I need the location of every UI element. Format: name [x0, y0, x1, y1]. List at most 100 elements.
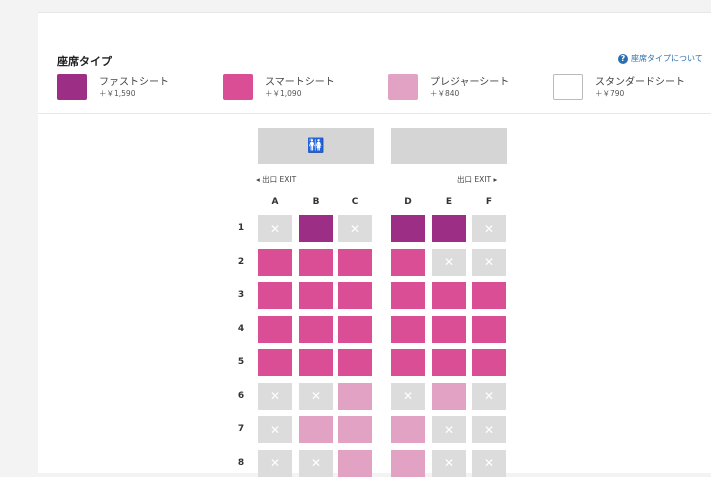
seat-6f: ✕: [472, 382, 506, 410]
unavailable-x-icon: ✕: [483, 389, 495, 403]
seat-4e[interactable]: [432, 315, 466, 343]
seat-3b[interactable]: [299, 282, 333, 309]
unavailable-x-icon: ✕: [269, 422, 281, 437]
column-header-f: F: [485, 197, 493, 207]
seat-6e[interactable]: [432, 382, 466, 410]
legend-title: 座席タイプ: [57, 55, 112, 68]
seat-1c: ✕: [338, 215, 372, 242]
seat-1f: ✕: [472, 215, 506, 242]
seat-1b[interactable]: [299, 215, 333, 242]
seat-2c[interactable]: [338, 248, 372, 276]
unavailable-x-icon: ✕: [443, 255, 455, 269]
legend-swatch-pleasure: [388, 74, 418, 100]
unavailable-x-icon: ✕: [402, 389, 414, 403]
row-number: 4: [237, 323, 245, 334]
lavatory-icon: 🚻: [307, 138, 325, 154]
seat-5c[interactable]: [338, 349, 372, 376]
seat-5d[interactable]: [391, 349, 425, 376]
seat-7c[interactable]: [338, 416, 372, 443]
seat-6a: ✕: [258, 382, 292, 410]
legend-name-pleasure: プレジャーシート: [430, 77, 510, 88]
seat-4b[interactable]: [299, 315, 333, 343]
seat-2a[interactable]: [258, 248, 292, 276]
unavailable-x-icon: ✕: [443, 422, 455, 437]
unavailable-x-icon: ✕: [310, 389, 322, 403]
seat-3d[interactable]: [391, 282, 425, 309]
seat-1e[interactable]: [432, 215, 466, 242]
unavailable-x-icon: ✕: [483, 422, 495, 437]
seat-5a[interactable]: [258, 349, 292, 376]
exit-right-label: 出口 EXIT ▸: [457, 175, 498, 184]
legend-swatch-smart: [223, 74, 253, 100]
row-number: 8: [237, 457, 245, 468]
seat-8c[interactable]: [338, 449, 372, 477]
seat-5b[interactable]: [299, 349, 333, 376]
unavailable-x-icon: ✕: [310, 456, 322, 470]
seat-3c[interactable]: [338, 282, 372, 309]
unavailable-x-icon: ✕: [349, 221, 361, 236]
seat-4d[interactable]: [391, 315, 425, 343]
unavailable-x-icon: ✕: [269, 221, 281, 236]
row-number: 2: [237, 256, 245, 267]
seat-3a[interactable]: [258, 282, 292, 309]
column-header-d: D: [404, 197, 412, 207]
seat-2f: ✕: [472, 248, 506, 276]
seat-3e[interactable]: [432, 282, 466, 309]
help-link-text: 座席タイプについて: [631, 54, 703, 63]
question-icon: ?: [618, 53, 628, 64]
galley-block: [391, 128, 507, 164]
seat-type-legend: 座席タイプ ? 座席タイプについて ファストシート ＋￥1,590 スマートシート＋…: [38, 13, 711, 114]
seat-6c[interactable]: [338, 382, 372, 410]
legend-price-standard: ＋￥790: [595, 89, 625, 98]
row-number: 3: [237, 290, 245, 300]
seat-2b[interactable]: [299, 248, 333, 276]
seat-7f: ✕: [472, 416, 506, 443]
seat-map: 🚻 ◂ 出口 EXIT 出口 EXIT ▸ A B C D E F 1 ✕ ✕ ✕ 2 ✕ ✕ 3 4 5 6 ✕…: [38, 113, 711, 477]
seat-8b: ✕: [299, 449, 333, 477]
seat-1d[interactable]: [391, 215, 425, 242]
seat-2e: ✕: [432, 248, 466, 276]
unavailable-x-icon: ✕: [483, 221, 495, 236]
legend-name-standard: スタンダードシート: [595, 77, 685, 88]
unavailable-x-icon: ✕: [483, 456, 495, 470]
seat-4c[interactable]: [338, 315, 372, 343]
seat-5f[interactable]: [472, 349, 506, 376]
unavailable-x-icon: ✕: [483, 255, 495, 269]
seat-4a[interactable]: [258, 315, 292, 343]
exit-left-label: ◂ 出口 EXIT: [256, 175, 297, 184]
seat-7a: ✕: [258, 416, 292, 443]
legend-name-first: ファストシート: [99, 77, 169, 88]
seat-8f: ✕: [472, 449, 506, 477]
legend-price-smart: ＋￥1,090: [265, 89, 302, 98]
seat-4f[interactable]: [472, 315, 506, 343]
seat-type-help-link[interactable]: ? 座席タイプについて: [618, 53, 703, 64]
row-number: 1: [237, 223, 245, 233]
unavailable-x-icon: ✕: [269, 456, 281, 470]
seat-7b[interactable]: [299, 416, 333, 443]
row-number: 5: [237, 357, 245, 367]
seat-1a: ✕: [258, 215, 292, 242]
legend-swatch-first: [57, 74, 87, 100]
legend-name-smart: スマートシート: [265, 77, 335, 88]
lavatory-block: 🚻: [258, 128, 374, 164]
unavailable-x-icon: ✕: [269, 389, 281, 403]
seat-5e[interactable]: [432, 349, 466, 376]
column-header-b: B: [312, 197, 320, 207]
seat-6b: ✕: [299, 382, 333, 410]
column-header-c: C: [351, 197, 359, 207]
seat-6d: ✕: [391, 382, 425, 410]
row-number: 7: [237, 424, 245, 434]
legend-swatch-standard: [553, 74, 583, 100]
seat-7d[interactable]: [391, 416, 425, 443]
seat-8e: ✕: [432, 449, 466, 477]
seat-8a: ✕: [258, 449, 292, 477]
unavailable-x-icon: ✕: [443, 456, 455, 470]
column-header-e: E: [445, 197, 453, 207]
column-header-a: A: [271, 197, 279, 207]
seat-3f[interactable]: [472, 282, 506, 309]
seat-8d[interactable]: [391, 449, 425, 477]
seat-selection-panel: 座席タイプ ? 座席タイプについて ファストシート ＋￥1,590 スマートシート＋…: [38, 12, 711, 477]
row-number: 6: [237, 390, 245, 401]
seat-2d[interactable]: [391, 248, 425, 276]
legend-price-first: ＋￥1,590: [99, 89, 136, 98]
